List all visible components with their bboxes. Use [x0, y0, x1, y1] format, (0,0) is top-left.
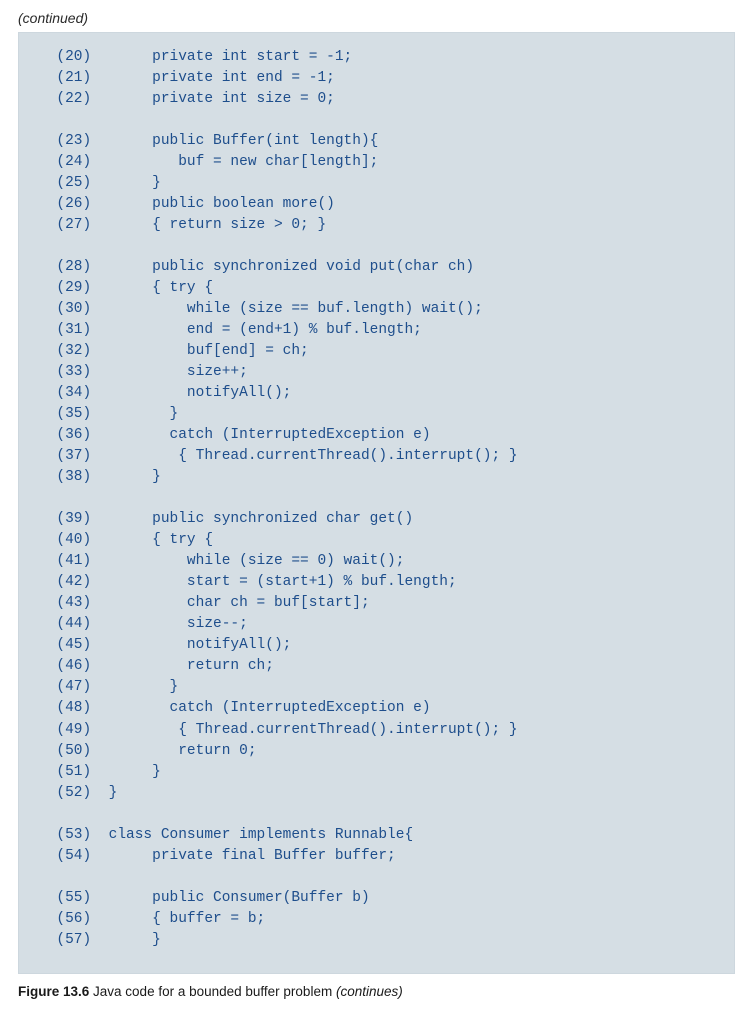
figure-caption-label: Figure 13.6: [18, 984, 89, 999]
figure-caption-body: Java code for a bounded buffer problem: [89, 984, 336, 999]
code-line: (53) class Consumer implements Runnable{: [39, 825, 714, 846]
code-line: (45) notifyAll();: [39, 635, 714, 656]
code-line: (37) { Thread.currentThread().interrupt(…: [39, 446, 714, 467]
code-line: [39, 110, 714, 131]
code-line: (40) { try {: [39, 530, 714, 551]
code-line: (38) }: [39, 467, 714, 488]
code-line: (48) catch (InterruptedException e): [39, 698, 714, 719]
code-listing: (20) private int start = -1; (21) privat…: [18, 32, 735, 974]
code-line: (35) }: [39, 404, 714, 425]
code-line: (23) public Buffer(int length){: [39, 131, 714, 152]
code-line: (27) { return size > 0; }: [39, 215, 714, 236]
code-line: (29) { try {: [39, 278, 714, 299]
code-line: (51) }: [39, 762, 714, 783]
code-line: (55) public Consumer(Buffer b): [39, 888, 714, 909]
code-line: (41) while (size == 0) wait();: [39, 551, 714, 572]
code-line: (56) { buffer = b;: [39, 909, 714, 930]
code-line: (52) }: [39, 783, 714, 804]
code-line: (33) size++;: [39, 362, 714, 383]
code-line: (24) buf = new char[length];: [39, 152, 714, 173]
code-line: (49) { Thread.currentThread().interrupt(…: [39, 720, 714, 741]
code-line: (50) return 0;: [39, 741, 714, 762]
code-line: (22) private int size = 0;: [39, 89, 714, 110]
figure-caption: Figure 13.6 Java code for a bounded buff…: [18, 984, 735, 999]
code-line: (43) char ch = buf[start];: [39, 593, 714, 614]
code-line: (54) private final Buffer buffer;: [39, 846, 714, 867]
page: (continued) (20) private int start = -1;…: [0, 0, 753, 1017]
code-line: (57) }: [39, 930, 714, 951]
code-line: (36) catch (InterruptedException e): [39, 425, 714, 446]
code-line: (28) public synchronized void put(char c…: [39, 257, 714, 278]
code-line: [39, 488, 714, 509]
code-line: (39) public synchronized char get(): [39, 509, 714, 530]
code-line: [39, 236, 714, 257]
continued-label: (continued): [18, 10, 735, 26]
code-line: (44) size--;: [39, 614, 714, 635]
code-line: (26) public boolean more(): [39, 194, 714, 215]
figure-caption-tail: (continues): [336, 984, 403, 999]
code-line: (21) private int end = -1;: [39, 68, 714, 89]
code-line: [39, 867, 714, 888]
code-line: (25) }: [39, 173, 714, 194]
code-line: (34) notifyAll();: [39, 383, 714, 404]
code-line: (32) buf[end] = ch;: [39, 341, 714, 362]
code-line: (42) start = (start+1) % buf.length;: [39, 572, 714, 593]
code-line: (31) end = (end+1) % buf.length;: [39, 320, 714, 341]
code-line: (20) private int start = -1;: [39, 47, 714, 68]
code-line: (47) }: [39, 677, 714, 698]
code-line: (46) return ch;: [39, 656, 714, 677]
code-line: [39, 804, 714, 825]
code-line: (30) while (size == buf.length) wait();: [39, 299, 714, 320]
